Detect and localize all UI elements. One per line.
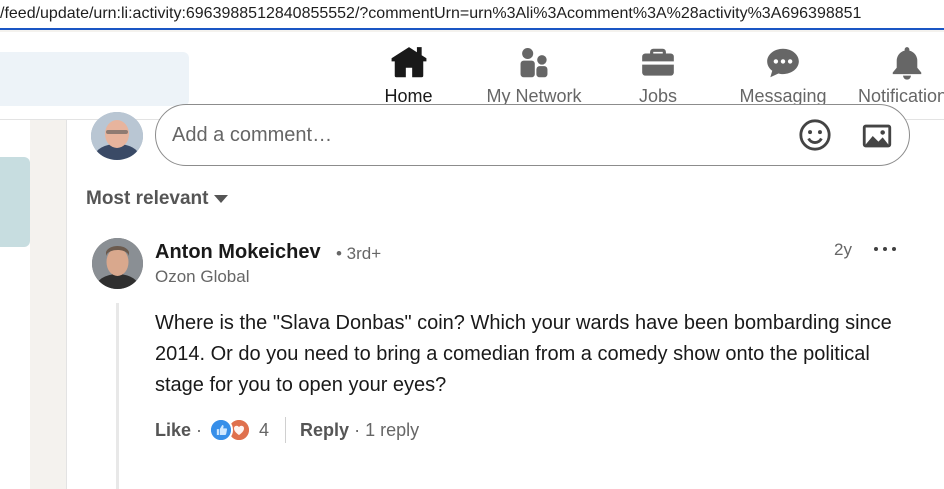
comment-composer[interactable] — [155, 104, 910, 166]
caret-down-icon — [214, 195, 229, 203]
comment-author-headline: Ozon Global — [155, 267, 250, 286]
url-text: /feed/update/urn:li:activity:69639885128… — [0, 5, 862, 22]
user-photo — [91, 112, 143, 160]
divider — [285, 417, 287, 443]
comment-author-name[interactable]: Anton Mokeichev — [155, 241, 321, 264]
more-options-icon[interactable] — [872, 239, 898, 259]
left-profile-card — [0, 157, 30, 247]
messaging-icon — [767, 48, 799, 78]
photo-icon[interactable] — [860, 119, 894, 153]
commenter-avatar[interactable] — [92, 238, 143, 289]
avatar — [91, 112, 143, 160]
separator-dot: · — [196, 419, 203, 440]
thread-line — [116, 303, 119, 489]
comment-actions: Like · 4 Reply · 1 reply — [155, 417, 419, 443]
like-reaction-icon — [209, 418, 234, 442]
reaction-count[interactable]: 4 — [259, 420, 269, 441]
emoji-icon[interactable] — [798, 118, 832, 152]
like-button[interactable]: Like — [155, 420, 191, 441]
briefcase-icon — [642, 48, 674, 76]
replies-count-link[interactable]: · 1 reply — [354, 420, 419, 441]
comment-timestamp: 2y — [834, 240, 852, 259]
sort-dropdown[interactable]: Most relevant — [86, 188, 229, 210]
search-input[interactable] — [0, 52, 189, 106]
network-icon — [520, 47, 548, 78]
reactions-summary[interactable] — [209, 418, 253, 442]
browser-url-bar[interactable]: /feed/update/urn:li:activity:69639885128… — [0, 0, 944, 30]
sort-label: Most relevant — [86, 188, 209, 209]
home-icon — [391, 47, 426, 78]
commenter-photo — [92, 238, 143, 289]
bell-icon — [892, 47, 922, 80]
reply-button[interactable]: Reply — [300, 420, 349, 441]
comment-body: Where is the "Slava Donbas" coin? Which … — [155, 312, 892, 396]
comment-input[interactable] — [172, 119, 772, 151]
connection-degree: • 3rd+ — [336, 244, 382, 263]
